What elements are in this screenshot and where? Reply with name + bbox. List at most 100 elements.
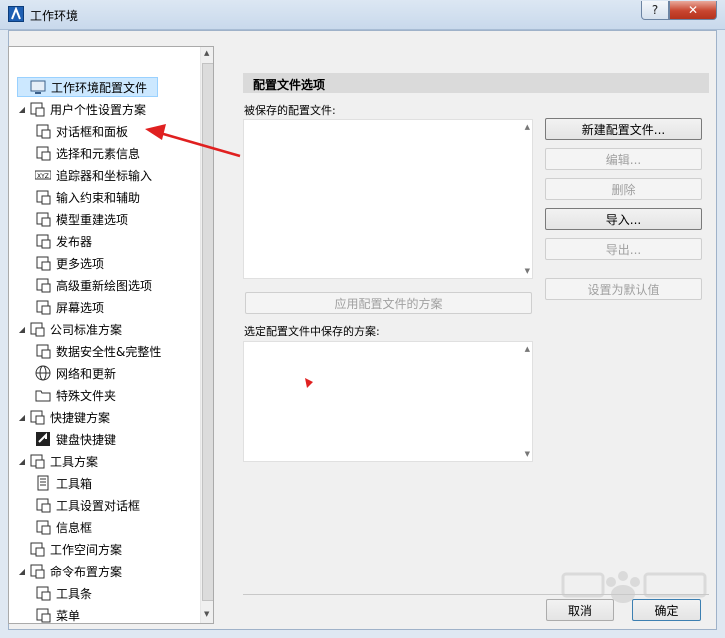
saved-profiles-list[interactable]: ▲ ▼ <box>243 119 533 279</box>
tree-item[interactable]: 对话框和面板 <box>9 120 199 142</box>
keyboard-icon <box>35 431 51 447</box>
tree-item[interactable]: ◢ 命令布置方案 <box>9 560 199 582</box>
schemes-list[interactable]: ▲ ▼ <box>243 341 533 462</box>
tree-item[interactable]: ◢ 用户个性设置方案 <box>9 98 199 120</box>
tree-item[interactable]: 工具条 <box>9 582 199 604</box>
tree-item-content: 信息框 <box>35 517 102 537</box>
tree-item-label: 发布器 <box>56 234 93 249</box>
user-scheme-icon <box>29 101 45 117</box>
tree-item[interactable]: 网络和更新 <box>9 362 199 384</box>
tree-item[interactable]: 特殊文件夹 <box>9 384 199 406</box>
tree-item-label: 特殊文件夹 <box>56 388 117 403</box>
schemes-scroll-down-icon[interactable]: ▼ <box>525 450 530 458</box>
tree-item-content: ◢ 公司标准方案 <box>17 319 132 339</box>
tree-item[interactable]: 信息框 <box>9 516 199 538</box>
tree-scrollbar[interactable]: ▲ ▼ <box>200 47 213 623</box>
tree-item-label: 工作空间方案 <box>50 542 123 557</box>
expand-toggle-icon[interactable]: ◢ <box>17 567 27 576</box>
workspace-scheme-icon <box>29 541 45 557</box>
tree-item-content: 工具箱 <box>35 473 102 493</box>
tree-item[interactable]: 高级重新绘图选项 <box>9 274 199 296</box>
window-title: 工作环境 <box>30 9 79 23</box>
tree-item-label: 追踪器和坐标输入 <box>56 168 153 183</box>
tree-item[interactable]: 工具设置对话框 <box>9 494 199 516</box>
tree-item[interactable]: 更多选项 <box>9 252 199 274</box>
scrollbar-thumb[interactable] <box>202 63 213 601</box>
tree-item[interactable]: ◢ 工具方案 <box>9 450 199 472</box>
tree-item[interactable]: 数据安全性&完整性 <box>9 340 199 362</box>
expand-toggle-icon[interactable]: ◢ <box>17 413 27 422</box>
settings-tree: 菜单 工具条 ◢ 命令布置方案 工作空间方案 信息框 工具设置对话框 工具箱 ◢ 工具方案 键盘快捷… <box>8 46 214 624</box>
tree-item-content: 工具设置对话框 <box>35 495 150 515</box>
tree-item-content: XYZ 追踪器和坐标输入 <box>35 165 162 185</box>
svg-text:XYZ: XYZ <box>37 173 49 180</box>
expand-toggle-icon[interactable]: ◢ <box>17 325 27 334</box>
import-button[interactable]: 导入... <box>545 208 702 230</box>
tool-settings-icon <box>35 497 51 513</box>
tree-item-content: 屏幕选项 <box>35 297 114 317</box>
tree-item-label: 用户个性设置方案 <box>50 102 147 117</box>
tree-item-label: 键盘快捷键 <box>56 432 117 447</box>
tree-item-content: ◢ 用户个性设置方案 <box>17 99 156 119</box>
new-profile-button[interactable]: 新建配置文件... <box>545 118 702 140</box>
list-scroll-up-icon[interactable]: ▲ <box>525 123 530 131</box>
tree-item[interactable]: 工作空间方案 <box>9 538 199 560</box>
tree-item[interactable]: 键盘快捷键 <box>9 428 199 450</box>
data-safety-icon <box>35 343 51 359</box>
tree-item-content: 发布器 <box>35 231 102 251</box>
cancel-button[interactable]: 取消 <box>546 599 614 621</box>
tree-item-content: 更多选项 <box>35 253 114 273</box>
tree-item[interactable]: 屏幕选项 <box>9 296 199 318</box>
tree-item-label: 菜单 <box>56 608 81 623</box>
tree-item-label: 快捷键方案 <box>50 410 111 425</box>
expand-toggle-icon[interactable]: ◢ <box>17 105 27 114</box>
title-bar: 工作环境 ? ✕ <box>0 0 725 30</box>
tree-item-label: 选择和元素信息 <box>56 146 141 161</box>
tree-item-content: 工具条 <box>35 583 102 603</box>
tree-item-content: 工作空间方案 <box>17 539 132 559</box>
edit-profile-button[interactable]: 编辑... <box>545 148 702 170</box>
tree-item[interactable]: 菜单 <box>9 604 199 623</box>
publisher-icon <box>35 233 51 249</box>
tree-item-label: 工具设置对话框 <box>56 498 141 513</box>
folder-icon <box>35 387 51 403</box>
delete-profile-button[interactable]: 删除 <box>545 178 702 200</box>
tree-item[interactable]: 选择和元素信息 <box>9 142 199 164</box>
ok-button[interactable]: 确定 <box>632 599 701 621</box>
tree-item[interactable]: ◢ 快捷键方案 <box>9 406 199 428</box>
tree-item[interactable]: 工具箱 <box>9 472 199 494</box>
tree-item[interactable]: 输入约束和辅助 <box>9 186 199 208</box>
scroll-down-icon[interactable]: ▼ <box>204 610 209 618</box>
tree-item-label: 命令布置方案 <box>50 564 123 579</box>
close-button[interactable]: ✕ <box>669 1 717 20</box>
tree-item-content: 数据安全性&完整性 <box>35 341 171 361</box>
mouse-input-icon <box>35 189 51 205</box>
globe-icon <box>35 365 51 381</box>
help-button[interactable]: ? <box>641 1 669 20</box>
company-scheme-icon <box>29 321 45 337</box>
scroll-up-icon[interactable]: ▲ <box>204 49 209 57</box>
apply-profile-button[interactable]: 应用配置文件的方案 <box>245 292 532 314</box>
export-button[interactable]: 导出... <box>545 238 702 260</box>
list-scroll-down-icon[interactable]: ▼ <box>525 267 530 275</box>
tree-item-content: 网络和更新 <box>35 363 126 383</box>
tree-item-label: 公司标准方案 <box>50 322 123 337</box>
tree-item[interactable]: 模型重建选项 <box>9 208 199 230</box>
tree-item[interactable]: 发布器 <box>9 230 199 252</box>
tree-item-label: 工作环境配置文件 <box>51 80 148 95</box>
schemes-label: 选定配置文件中保存的方案: <box>244 325 380 338</box>
tree-item[interactable]: XYZ 追踪器和坐标输入 <box>9 164 199 186</box>
schemes-scroll-up-icon[interactable]: ▲ <box>525 345 530 353</box>
tree-item[interactable]: 工作环境配置文件 <box>9 76 199 98</box>
tree-item-label: 模型重建选项 <box>56 212 129 227</box>
tree-item-label: 工具方案 <box>50 454 99 469</box>
set-default-button[interactable]: 设置为默认值 <box>545 278 702 300</box>
expand-toggle-icon[interactable]: ◢ <box>17 457 27 466</box>
tree-item-label: 对话框和面板 <box>56 124 129 139</box>
tree-item-label: 工具条 <box>56 586 93 601</box>
screen-icon <box>35 299 51 315</box>
model-rebuild-icon <box>35 211 51 227</box>
shortcut-scheme-icon <box>29 409 45 425</box>
tree-item-content: ◢ 工具方案 <box>17 451 108 471</box>
tree-item[interactable]: ◢ 公司标准方案 <box>9 318 199 340</box>
